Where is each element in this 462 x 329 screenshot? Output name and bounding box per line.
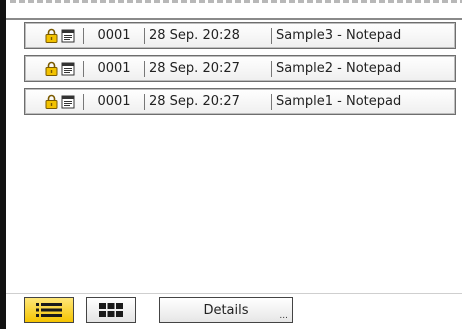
job-status-icons <box>25 28 83 43</box>
document-icon <box>61 95 75 108</box>
lock-icon <box>45 28 58 43</box>
details-button-label: Details <box>203 302 249 318</box>
job-datetime: 28 Sep. 20:28 <box>149 28 240 43</box>
job-status-icons <box>25 94 83 109</box>
job-row[interactable]: 0001 28 Sep. 20:28 Sample3 - Notepad <box>24 22 456 49</box>
thumbnail-view-button[interactable] <box>86 297 136 323</box>
job-row[interactable]: 0001 28 Sep. 20:27 Sample1 - Notepad <box>24 88 456 115</box>
thumbnail-view-icon <box>99 303 123 317</box>
job-name: Sample1 - Notepad <box>276 94 402 109</box>
lock-icon <box>45 61 58 76</box>
job-number: 0001 <box>97 28 131 43</box>
more-indicator: ... <box>279 311 288 321</box>
job-number: 0001 <box>97 61 131 76</box>
job-number: 0001 <box>97 94 131 109</box>
job-name: Sample2 - Notepad <box>276 61 402 76</box>
column-header-cut-off <box>10 0 462 3</box>
document-icon <box>61 62 75 75</box>
toolbar-divider <box>6 293 462 294</box>
job-datetime: 28 Sep. 20:27 <box>149 94 240 109</box>
job-name: Sample3 - Notepad <box>276 28 402 43</box>
left-rail <box>0 0 6 329</box>
header-divider <box>6 18 462 20</box>
job-datetime: 28 Sep. 20:27 <box>149 61 240 76</box>
details-button[interactable]: Details ... <box>159 297 293 323</box>
lock-icon <box>45 94 58 109</box>
column-header-strip <box>6 0 462 20</box>
job-list: 0001 28 Sep. 20:28 Sample3 - Notepad 000… <box>24 22 456 121</box>
job-row[interactable]: 0001 28 Sep. 20:27 Sample2 - Notepad <box>24 55 456 82</box>
list-view-button[interactable] <box>24 297 74 323</box>
list-view-icon <box>36 303 62 317</box>
job-status-icons <box>25 61 83 76</box>
document-icon <box>61 29 75 42</box>
